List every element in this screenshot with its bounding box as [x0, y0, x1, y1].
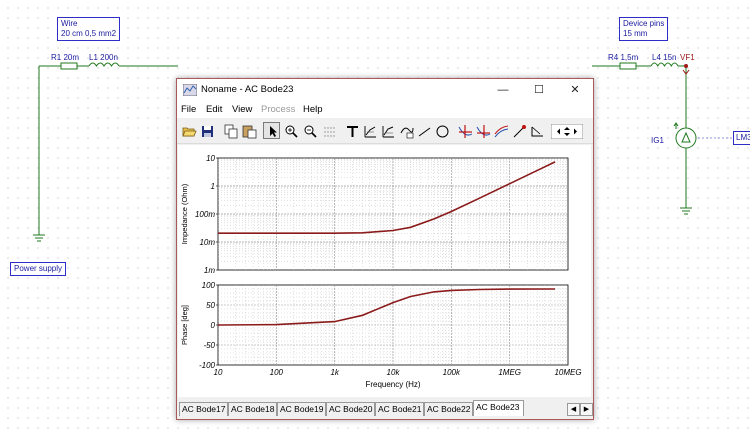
y-tick-label-0-3: 10m	[199, 238, 215, 247]
app-icon	[183, 84, 197, 96]
plot-area[interactable]: 10 1 100m 10m 1m Impedance (Ohm) 100 50 0 -50 -10…	[178, 145, 591, 397]
ac-bode-window[interactable]: Noname - AC Bode23 — ☐ ✕ File Edit View …	[176, 78, 594, 420]
y-tick-label-0-4: 1m	[204, 266, 215, 275]
y-tick-label-1-1: 50	[206, 301, 215, 310]
tab-ac-bode23[interactable]: AC Bode23	[473, 400, 524, 416]
device-annotation-line2: 15 mm	[623, 29, 648, 38]
wire-annotation-box[interactable]: Wire 20 cm 0,5 mm2	[57, 17, 121, 41]
y-tick-label-0-2: 100m	[195, 210, 215, 219]
x-tick-label-1: 100	[270, 368, 284, 377]
open-icon[interactable]	[180, 122, 197, 139]
y-tick-label-0-0: 10	[206, 154, 215, 163]
diagram-tool-2-icon[interactable]	[379, 122, 396, 139]
x-tick-label-5: 1MEG	[498, 368, 521, 377]
impedance-chart: 10 1 100m 10m 1m Impedance (Ohm)	[180, 154, 569, 275]
power-supply-label: Power supply	[14, 264, 63, 273]
tab-ac-bode20[interactable]: AC Bode20	[326, 402, 375, 416]
resistor-r4[interactable]	[619, 62, 637, 70]
probe-vf1-node[interactable]	[684, 64, 688, 68]
y-tick-label-1-2: 0	[211, 321, 216, 330]
x-tick-label-0: 10	[214, 368, 223, 377]
tab-ac-bode22[interactable]: AC Bode22	[424, 402, 473, 416]
arrow-tool-icon[interactable]	[528, 122, 545, 139]
x-tick-label-6: 10MEG	[554, 368, 581, 377]
current-source-ig1[interactable]	[673, 122, 697, 149]
cursor-b-icon[interactable]	[474, 122, 491, 139]
zoom-out-icon[interactable]	[301, 122, 318, 139]
maximize-button[interactable]: ☐	[525, 82, 553, 98]
menu-bar: File Edit View Process Help	[177, 101, 593, 118]
x-tick-label-4: 100k	[443, 368, 461, 377]
ground-symbol-left	[33, 234, 45, 242]
inductor-l1[interactable]	[88, 62, 120, 67]
tab-bar: ◀ ▶ AC Bode17 AC Bode18 AC Bode19 AC Bode20…	[177, 399, 593, 418]
wire-annotation-line2: 20 cm 0,5 mm2	[61, 29, 117, 38]
diagram-tool-3-icon[interactable]	[397, 122, 414, 139]
tab-ac-bode21[interactable]: AC Bode21	[375, 402, 424, 416]
add-curve-icon[interactable]	[492, 122, 509, 139]
marker-icon[interactable]	[510, 122, 527, 139]
menu-process[interactable]: Process	[261, 104, 295, 115]
zoom-in-icon[interactable]	[282, 122, 299, 139]
grid-icon[interactable]	[320, 122, 337, 139]
y-tick-label-1-0: 100	[202, 281, 216, 290]
paste-icon[interactable]	[240, 122, 257, 139]
lm3886-annotation-box[interactable]: LM3886	[733, 131, 750, 145]
copy-icon[interactable]	[222, 122, 239, 139]
line-tool-icon[interactable]	[415, 122, 432, 139]
r4-label[interactable]: R4 1,5m	[608, 53, 638, 62]
menu-help[interactable]: Help	[303, 104, 323, 115]
ground-symbol-right	[680, 207, 692, 215]
l1-label[interactable]: L1 200n	[89, 53, 118, 62]
diagram-tool-icon[interactable]	[361, 122, 378, 139]
minimize-button[interactable]: —	[489, 82, 517, 98]
stepper-icon[interactable]	[549, 122, 583, 139]
phase-chart: 100500-50-100Phase [deg]10 100 1k 10k 100k 1M…	[180, 281, 582, 389]
device-annotation-line1: Device pins	[623, 19, 665, 28]
tab-ac-bode19[interactable]: AC Bode19	[277, 402, 326, 416]
window-title: Noname - AC Bode23	[201, 84, 294, 95]
tab-ac-bode18[interactable]: AC Bode18	[228, 402, 277, 416]
x-tick-label-2: 1k	[330, 368, 339, 377]
menu-edit[interactable]: Edit	[206, 104, 222, 115]
pointer-icon[interactable]	[263, 122, 280, 139]
resistor-r1[interactable]	[60, 62, 78, 70]
bode-plot[interactable]: 101100m10m1mImpedance (Ohm) 100500-50-10…	[178, 145, 591, 397]
y-tick-label-0-1: 1	[211, 182, 215, 191]
close-button[interactable]: ✕	[561, 82, 589, 98]
tab-ac-bode17[interactable]: AC Bode17	[179, 402, 228, 416]
circle-tool-icon[interactable]	[433, 122, 450, 139]
tab-scroll-left-button[interactable]: ◀	[567, 403, 580, 416]
x-axis-label: Frequency (Hz)	[365, 380, 420, 389]
wire-annotation-line1: Wire	[61, 19, 78, 28]
menu-view[interactable]: View	[232, 104, 252, 115]
window-titlebar[interactable]: Noname - AC Bode23 — ☐ ✕	[177, 79, 593, 101]
l4-label[interactable]: L4 15n	[652, 53, 676, 62]
toolbar	[177, 119, 593, 144]
y-tick-label-1-3: -50	[203, 341, 215, 350]
power-supply-annotation-box[interactable]: Power supply	[10, 262, 67, 276]
menu-file[interactable]: File	[181, 104, 196, 115]
vf1-label[interactable]: VF1	[680, 53, 695, 62]
device-pins-annotation-box[interactable]: Device pins 15 mm	[619, 17, 669, 41]
tab-scroll-right-button[interactable]: ▶	[580, 403, 593, 416]
y-axis-label-1: Phase [deg]	[180, 305, 189, 345]
cursor-a-icon[interactable]	[456, 122, 473, 139]
text-tool-icon[interactable]	[343, 122, 360, 139]
inductor-l4[interactable]	[650, 62, 679, 68]
y-axis-label-0: Impedance (Ohm)	[180, 183, 189, 244]
lm3886-label: LM3886	[736, 133, 750, 142]
r1-label[interactable]: R1 20m	[51, 53, 79, 62]
x-tick-label-3: 10k	[387, 368, 401, 377]
save-icon[interactable]	[198, 122, 215, 139]
ig1-label[interactable]: IG1	[651, 136, 664, 145]
